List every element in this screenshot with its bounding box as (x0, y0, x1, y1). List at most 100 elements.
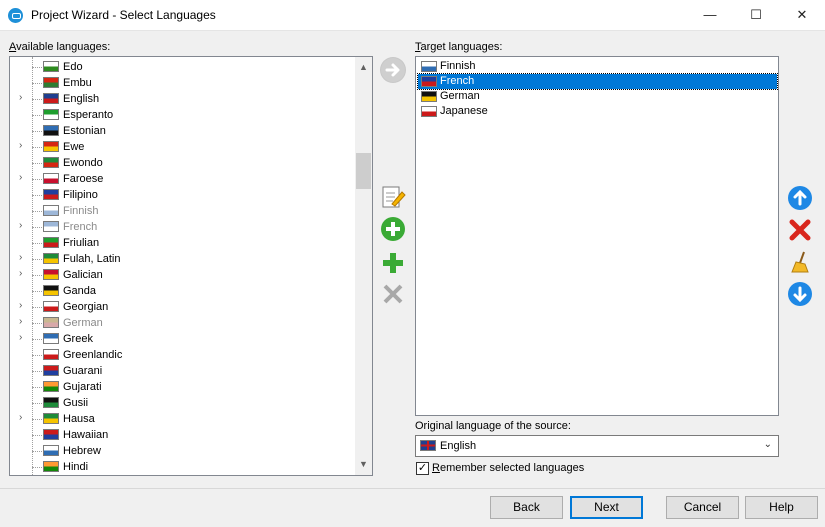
tree-item-label: Finnish (63, 205, 99, 217)
tree-branch-line (32, 147, 42, 148)
available-languages-label: Available languages: (9, 41, 111, 53)
expand-chevron-icon[interactable]: › (19, 172, 22, 183)
target-languages-list[interactable]: Finnish French German Japanese (415, 56, 779, 416)
close-button[interactable]: ✕ (779, 0, 825, 31)
expand-chevron-icon[interactable]: › (19, 220, 22, 231)
tree-item[interactable]: Guarani (10, 363, 350, 379)
tree-item-label: Estonian (63, 125, 106, 137)
tree-item[interactable]: › Hausa (10, 411, 350, 427)
flag-icon (43, 237, 59, 248)
tree-item[interactable]: › Georgian (10, 299, 350, 315)
scroll-thumb[interactable] (356, 153, 371, 189)
tree-item[interactable]: Ewondo (10, 155, 350, 171)
flag-icon (421, 76, 437, 87)
flag-icon (43, 205, 59, 216)
minimize-button[interactable]: — (687, 0, 733, 31)
flag-icon (43, 173, 59, 184)
flag-icon (43, 285, 59, 296)
flag-icon (43, 445, 59, 456)
flag-icon (43, 109, 59, 120)
tree-item-label: Ewe (63, 141, 85, 153)
tree-branch-line (32, 195, 42, 196)
tree-item[interactable]: › German (10, 315, 350, 331)
clear-broom-icon[interactable] (787, 249, 813, 275)
tree-branch-line (32, 163, 42, 164)
title-bar: Project Wizard - Select Languages — ☐ ✕ (0, 0, 825, 31)
expand-chevron-icon[interactable]: › (19, 252, 22, 263)
list-item[interactable]: Finnish (418, 59, 777, 74)
tree-item[interactable]: Hebrew (10, 443, 350, 459)
tree-item[interactable]: › Faroese (10, 171, 350, 187)
tree-item[interactable]: › Greek (10, 331, 350, 347)
tree-branch-line (32, 307, 42, 308)
available-scrollbar[interactable]: ▲ ▼ (355, 57, 372, 475)
scroll-up-arrow[interactable]: ▲ (355, 59, 372, 76)
tree-item[interactable]: › Ewe (10, 139, 350, 155)
next-button[interactable]: Next (570, 496, 643, 519)
move-down-icon[interactable] (787, 281, 813, 307)
delete-icon[interactable] (787, 217, 813, 243)
tree-item-label: French (63, 221, 98, 233)
maximize-button[interactable]: ☐ (733, 0, 779, 31)
edit-list-icon[interactable] (380, 184, 406, 210)
tree-item[interactable]: Esperanto (10, 107, 350, 123)
tree-item-label: Embu (63, 77, 92, 89)
flag-icon (43, 429, 59, 440)
add-language-icon[interactable] (380, 216, 406, 242)
tree-item[interactable]: Finnish (10, 203, 350, 219)
available-languages-tree[interactable]: Edo Embu › English Esperanto Estonian › Ewe Ewon… (9, 56, 373, 476)
tree-item[interactable]: Gusii (10, 395, 350, 411)
back-button[interactable]: Back (490, 496, 563, 519)
tree-item[interactable]: Embu (10, 75, 350, 91)
tree-item[interactable]: Hindi (10, 459, 350, 475)
original-language-label: Original language of the source: (415, 420, 571, 432)
move-to-target-icon[interactable] (380, 57, 406, 83)
tree-item[interactable]: › Galician (10, 267, 350, 283)
tree-item[interactable]: Filipino (10, 187, 350, 203)
tree-item[interactable]: Friulian (10, 235, 350, 251)
expand-chevron-icon[interactable]: › (19, 300, 22, 311)
tree-item[interactable]: Ganda (10, 283, 350, 299)
list-item-label: German (440, 90, 480, 102)
remove-disabled-icon (380, 281, 406, 307)
list-item-label: French (440, 75, 475, 87)
expand-chevron-icon[interactable]: › (19, 268, 22, 279)
tree-item[interactable]: Greenlandic (10, 347, 350, 363)
help-button[interactable]: Help (745, 496, 818, 519)
tree-item[interactable]: › French (10, 219, 350, 235)
expand-chevron-icon[interactable]: › (19, 412, 22, 423)
tree-item[interactable]: Edo (10, 59, 350, 75)
window-title: Project Wizard - Select Languages (31, 8, 216, 22)
cancel-button[interactable]: Cancel (666, 496, 739, 519)
remember-checkbox[interactable]: ✓ (416, 462, 429, 475)
expand-chevron-icon[interactable]: › (19, 140, 22, 151)
tree-item[interactable]: Gujarati (10, 379, 350, 395)
tree-branch-line (32, 435, 42, 436)
move-up-icon[interactable] (787, 185, 813, 211)
original-language-select[interactable]: English ⌄ (415, 435, 779, 457)
tree-item[interactable]: › Fulah, Latin (10, 251, 350, 267)
chevron-down-icon[interactable]: ⌄ (764, 439, 772, 450)
list-item[interactable]: French (417, 73, 778, 90)
flag-icon (421, 61, 437, 72)
list-item[interactable]: German (418, 89, 777, 104)
expand-chevron-icon[interactable]: › (19, 316, 22, 327)
flag-icon (43, 221, 59, 232)
tree-item-label: English (63, 93, 100, 105)
tree-item-label: Esperanto (63, 109, 114, 121)
tree-item[interactable]: Hawaiian (10, 427, 350, 443)
tree-item[interactable]: Estonian (10, 123, 350, 139)
flag-icon (43, 269, 59, 280)
tree-branch-line (32, 387, 42, 388)
tree-item[interactable]: › English (10, 91, 350, 107)
scroll-down-arrow[interactable]: ▼ (355, 456, 372, 473)
tree-branch-line (32, 115, 42, 116)
expand-chevron-icon[interactable]: › (19, 92, 22, 103)
tree-item-label: Gujarati (63, 381, 102, 393)
flag-icon (43, 333, 59, 344)
tree-branch-line (32, 227, 42, 228)
list-item[interactable]: Japanese (418, 104, 777, 119)
remember-label[interactable]: Remember selected languages (432, 462, 584, 474)
expand-chevron-icon[interactable]: › (19, 332, 22, 343)
add-custom-language-icon[interactable] (380, 250, 406, 276)
